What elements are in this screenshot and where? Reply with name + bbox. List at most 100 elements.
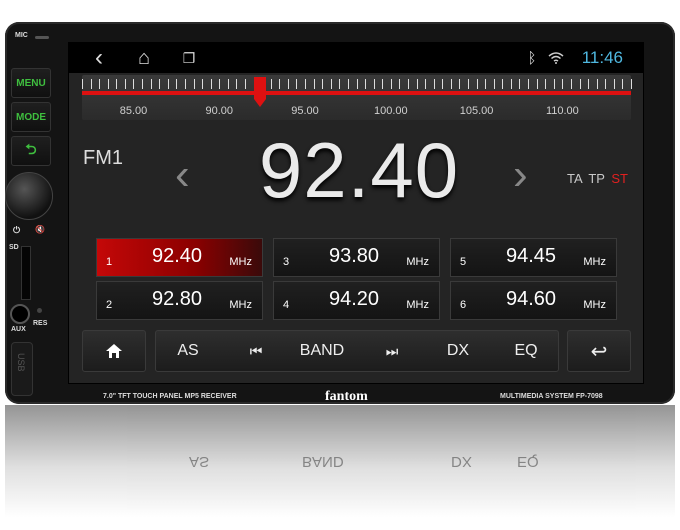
preset-unit: MHz — [406, 299, 429, 311]
tuner-tick — [107, 79, 109, 89]
tuner-line — [82, 91, 631, 95]
tuner-tick — [442, 79, 444, 89]
preset-frequency: 92.40 — [152, 245, 203, 267]
preset-number: 1 — [106, 256, 113, 268]
preset-3[interactable]: 3 93.80 MHz — [273, 238, 440, 277]
tuner-tick — [176, 79, 178, 89]
nav-recents-icon[interactable]: ❐ — [179, 43, 199, 73]
clock: 11:46 — [581, 48, 623, 67]
menu-button[interactable]: MENU — [11, 68, 51, 98]
status-bar: ‹ ⌂ ❐ ᛒ 11:46 — [69, 43, 643, 73]
tuner-tick — [596, 79, 598, 89]
tuner-tick — [570, 79, 572, 89]
caption-right: MULTIMEDIA SYSTEM FP-7098 — [500, 393, 603, 400]
preset-1[interactable]: 1 92.40 MHz — [96, 238, 263, 277]
eq-button[interactable]: EQ — [506, 331, 546, 371]
tuner-tick — [227, 79, 229, 89]
tuner-tick — [528, 79, 530, 89]
preset-unit: MHz — [229, 299, 252, 311]
preset-frequency: 92.80 — [152, 288, 203, 310]
tuner-tick — [468, 79, 470, 89]
tuner-tick — [373, 79, 375, 89]
return-button[interactable]: ↩ — [567, 330, 631, 372]
nav-back-icon[interactable]: ‹ — [89, 43, 109, 73]
mode-button[interactable]: MODE — [11, 102, 51, 132]
control-bar: AS ⏮ BAND ⏭ DX EQ — [155, 330, 559, 372]
tuner-tick — [184, 79, 186, 89]
tuner-tick — [244, 79, 246, 89]
tuner-tick — [82, 79, 83, 89]
tuner-scale-label: 100.00 — [373, 105, 408, 117]
preset-frequency: 94.20 — [329, 288, 380, 310]
tuner-tick — [142, 79, 144, 89]
sd-label: SD — [9, 244, 19, 251]
tuner-tick — [339, 79, 341, 89]
tuner-tick — [193, 79, 195, 89]
next-track-icon[interactable]: ⏭ — [372, 331, 412, 371]
band-button[interactable]: BAND — [296, 331, 348, 371]
reset-hole[interactable] — [37, 308, 42, 313]
home-icon — [83, 331, 145, 371]
tuner-tick — [382, 79, 384, 89]
preset-frequency: 94.60 — [506, 288, 557, 310]
tuner-tick — [588, 79, 590, 89]
power-icon[interactable]: ⏻ — [13, 225, 20, 236]
tuner-tick — [399, 79, 401, 89]
tuner-scale-label: 105.00 — [459, 105, 494, 117]
tuner-tick — [493, 79, 495, 89]
reflection-as: AS — [189, 453, 210, 470]
tuner-tick — [90, 79, 92, 89]
return-icon: ↩ — [590, 340, 608, 363]
tuner-tick — [356, 79, 358, 89]
back-button[interactable]: ⮌ — [11, 136, 51, 166]
preset-2[interactable]: 2 92.80 MHz — [96, 281, 263, 320]
preset-frequency: 94.45 — [506, 245, 557, 267]
tuner-tick — [485, 79, 487, 89]
tuner-tick — [210, 79, 212, 89]
tuner-tick — [365, 79, 367, 89]
home-button[interactable] — [82, 330, 146, 372]
tuner-tick — [510, 79, 512, 89]
wifi-icon — [547, 43, 565, 73]
tp-flag[interactable]: TP — [588, 171, 604, 186]
preset-6[interactable]: 6 94.60 MHz — [450, 281, 617, 320]
mute-icon[interactable]: 🔇 — [35, 225, 45, 234]
tuner-tick — [425, 79, 427, 89]
as-button[interactable]: AS — [166, 331, 210, 371]
preset-unit: MHz — [583, 299, 606, 311]
volume-knob[interactable] — [5, 172, 53, 220]
usb-port: USB — [11, 342, 33, 396]
tuner-tick — [519, 79, 521, 89]
dx-button[interactable]: DX — [438, 331, 478, 371]
brand-logo: fantom — [325, 389, 368, 404]
radio-flags: TA TP ST — [567, 171, 628, 186]
seek-prev-icon[interactable]: ‹ — [175, 153, 190, 197]
preset-number: 4 — [283, 299, 290, 311]
preset-5[interactable]: 5 94.45 MHz — [450, 238, 617, 277]
tuner-tick — [605, 79, 607, 89]
tuner-needle[interactable] — [253, 77, 267, 107]
tuner-tick — [502, 79, 504, 89]
touch-screen: ‹ ⌂ ❐ ᛒ 11:46 85.00 90.00 95.00 100.00 105.0… — [68, 42, 644, 384]
tuner-tick — [416, 79, 418, 89]
preset-unit: MHz — [583, 256, 606, 268]
preset-number: 5 — [460, 256, 467, 268]
aux-jack — [10, 304, 30, 324]
tuner-tick — [407, 79, 409, 89]
st-flag: ST — [611, 171, 628, 186]
nav-home-icon[interactable]: ⌂ — [133, 43, 155, 73]
bluetooth-icon: ᛒ — [527, 49, 537, 67]
prev-track-icon[interactable]: ⏮ — [236, 331, 276, 371]
preset-4[interactable]: 4 94.20 MHz — [273, 281, 440, 320]
tuner-tick — [124, 79, 126, 89]
preset-unit: MHz — [229, 256, 252, 268]
tuner-tick — [553, 79, 555, 89]
reflection-eq: EQ — [517, 453, 539, 470]
tuner-tick — [270, 79, 272, 89]
tuner-scale[interactable]: 85.00 90.00 95.00 100.00 105.00 110.00 — [82, 75, 632, 120]
ta-flag[interactable]: TA — [567, 171, 582, 186]
seek-next-icon[interactable]: › — [513, 153, 528, 197]
device-reflection: AS BAND DX EQ — [5, 405, 675, 530]
tuner-tick — [390, 79, 392, 89]
mic-label: MIC — [15, 32, 28, 39]
